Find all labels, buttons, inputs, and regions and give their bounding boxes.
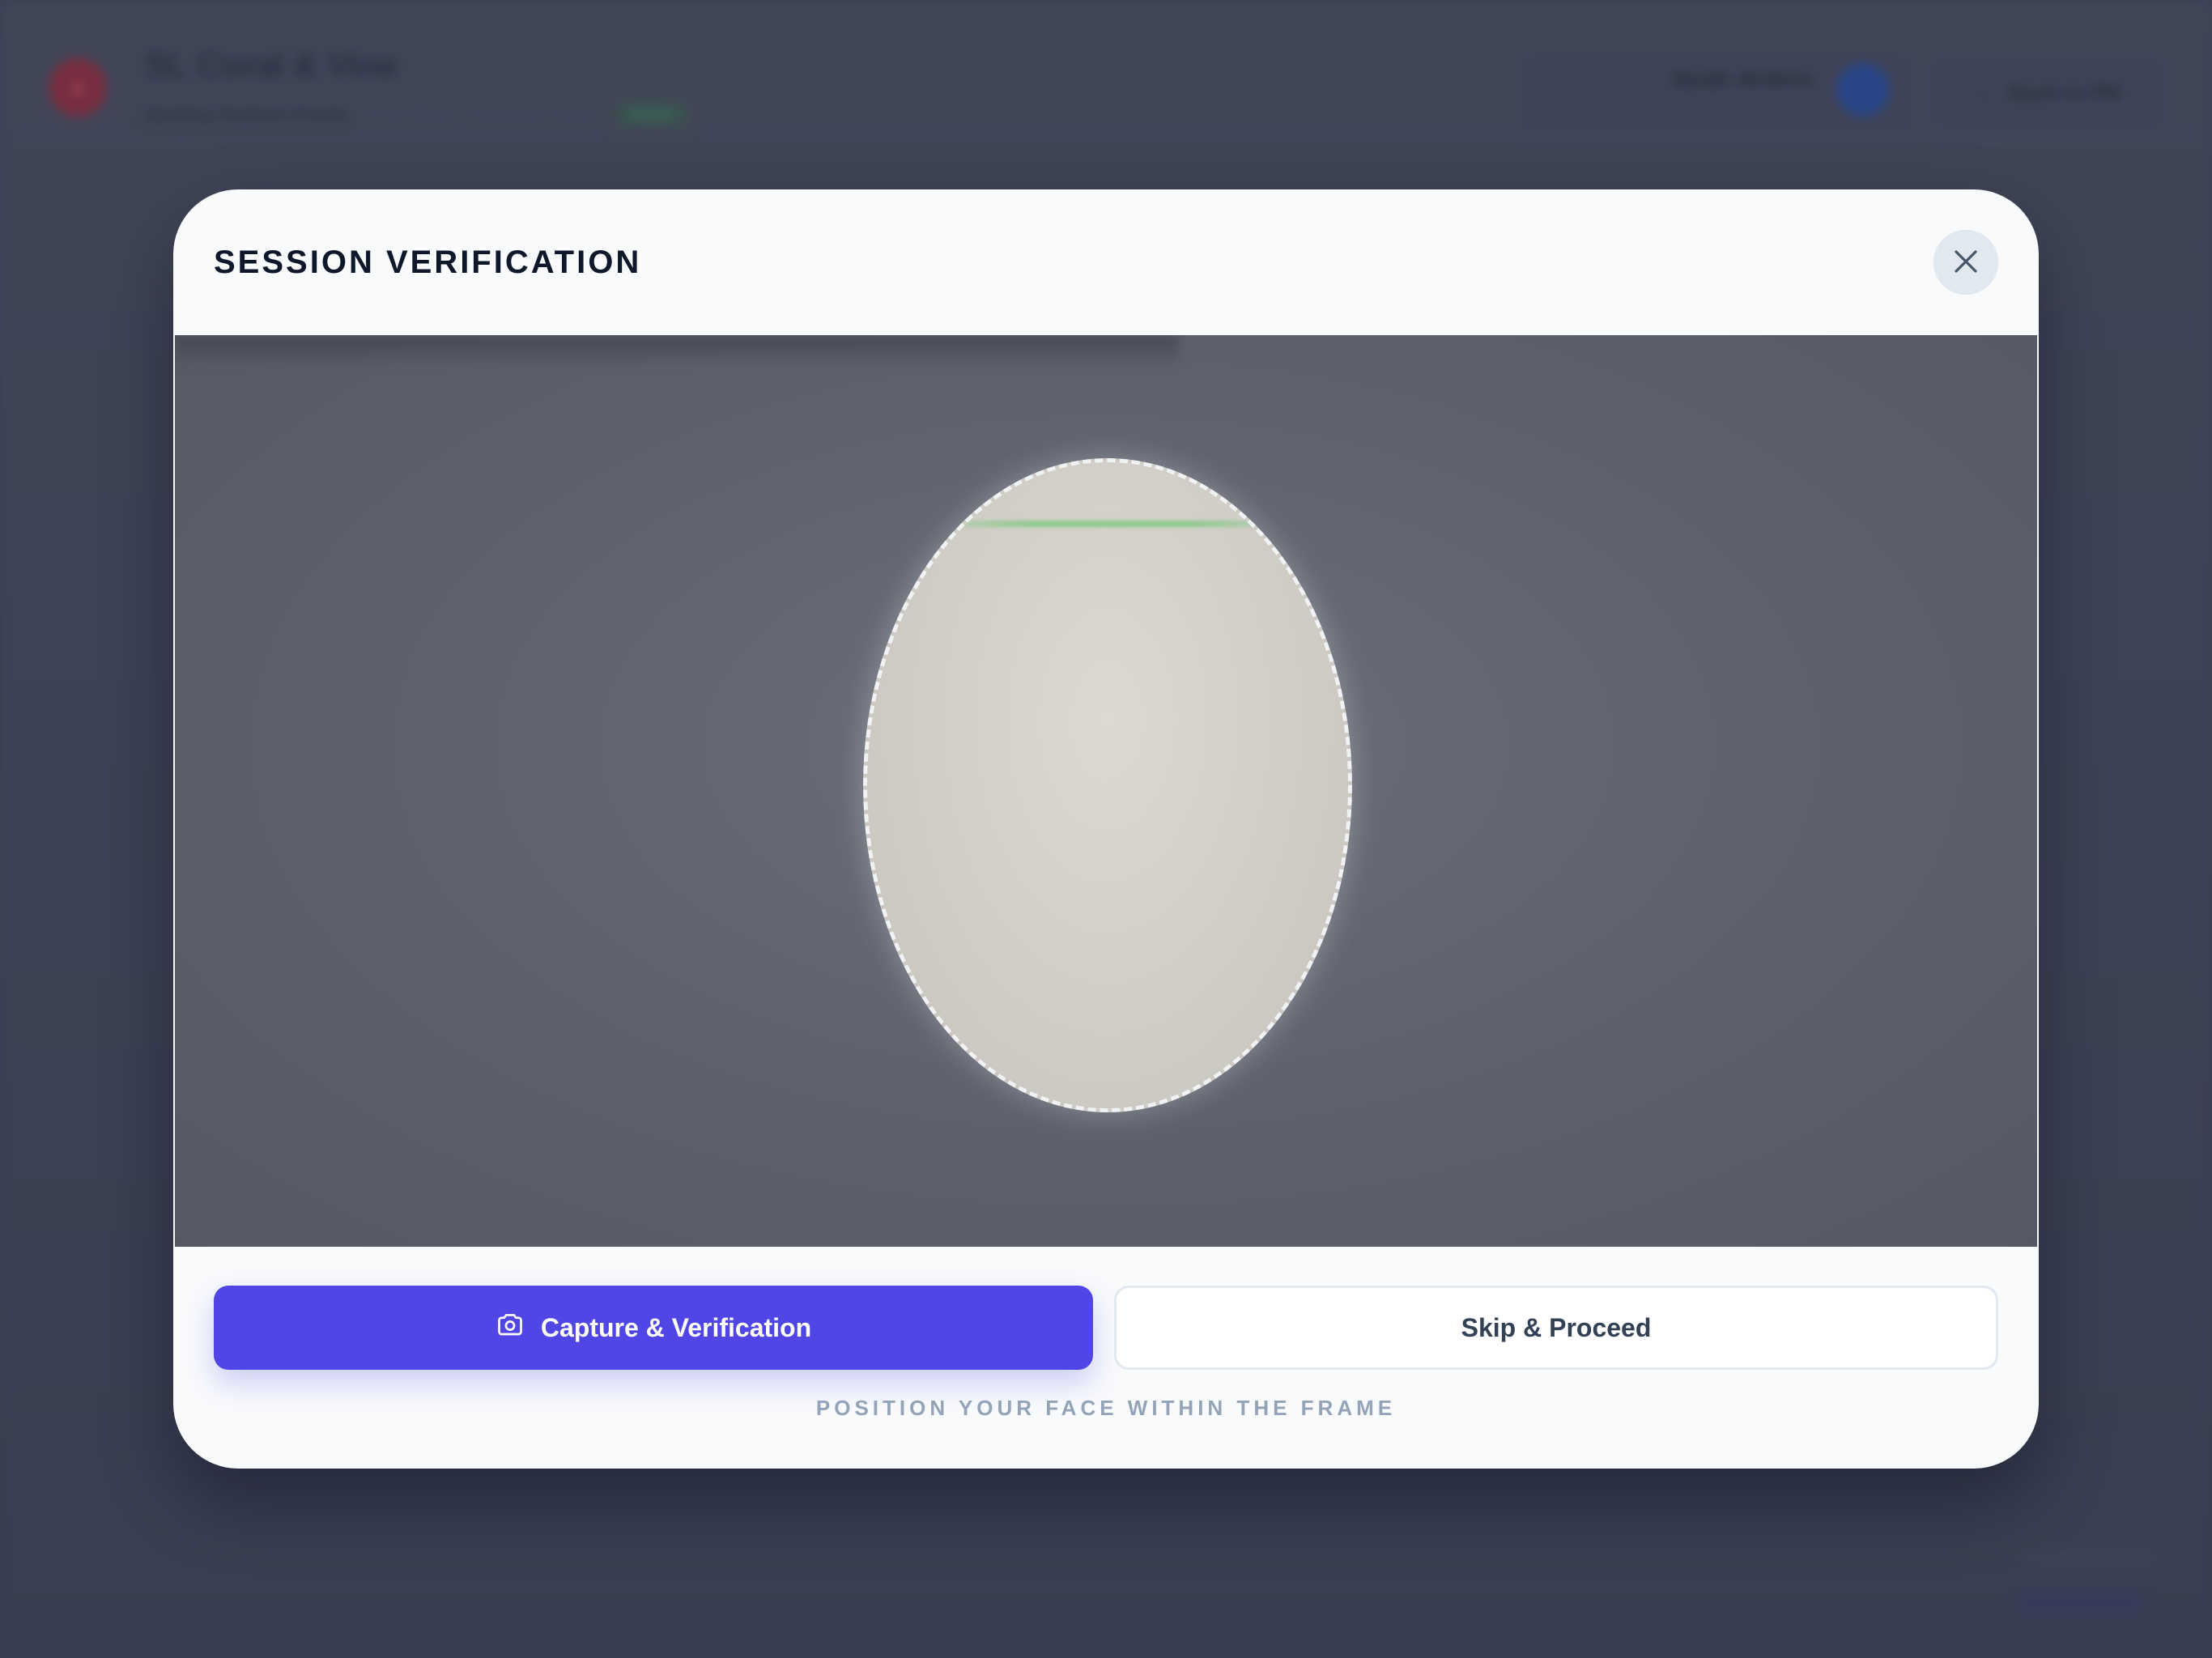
- camera-icon: [496, 1310, 525, 1346]
- modal-actions: Capture & Verification Skip & Proceed: [214, 1286, 1998, 1370]
- position-hint: POSITION YOUR FACE WITHIN THE FRAME: [815, 1396, 1397, 1420]
- session-verification-modal: SESSION VERIFICATION Capture & Verificat…: [173, 189, 2039, 1469]
- close-icon: [1951, 247, 1980, 278]
- scan-line: [916, 521, 1308, 527]
- skip-button-label: Skip & Proceed: [1461, 1312, 1652, 1342]
- camera-viewport: [175, 335, 2037, 1247]
- modal-title: SESSION VERIFICATION: [214, 244, 642, 280]
- camera-shade: [175, 335, 1179, 368]
- skip-proceed-button[interactable]: Skip & Proceed: [1114, 1286, 1998, 1370]
- close-icon-svg: [1955, 249, 1977, 273]
- camera-icon-svg: [497, 1314, 522, 1336]
- close-button[interactable]: [1933, 230, 1998, 295]
- modal-header: SESSION VERIFICATION: [173, 189, 2039, 335]
- capture-verification-button[interactable]: Capture & Verification: [214, 1286, 1093, 1370]
- capture-button-label: Capture & Verification: [540, 1312, 812, 1342]
- face-frame-guide: [863, 458, 1352, 1112]
